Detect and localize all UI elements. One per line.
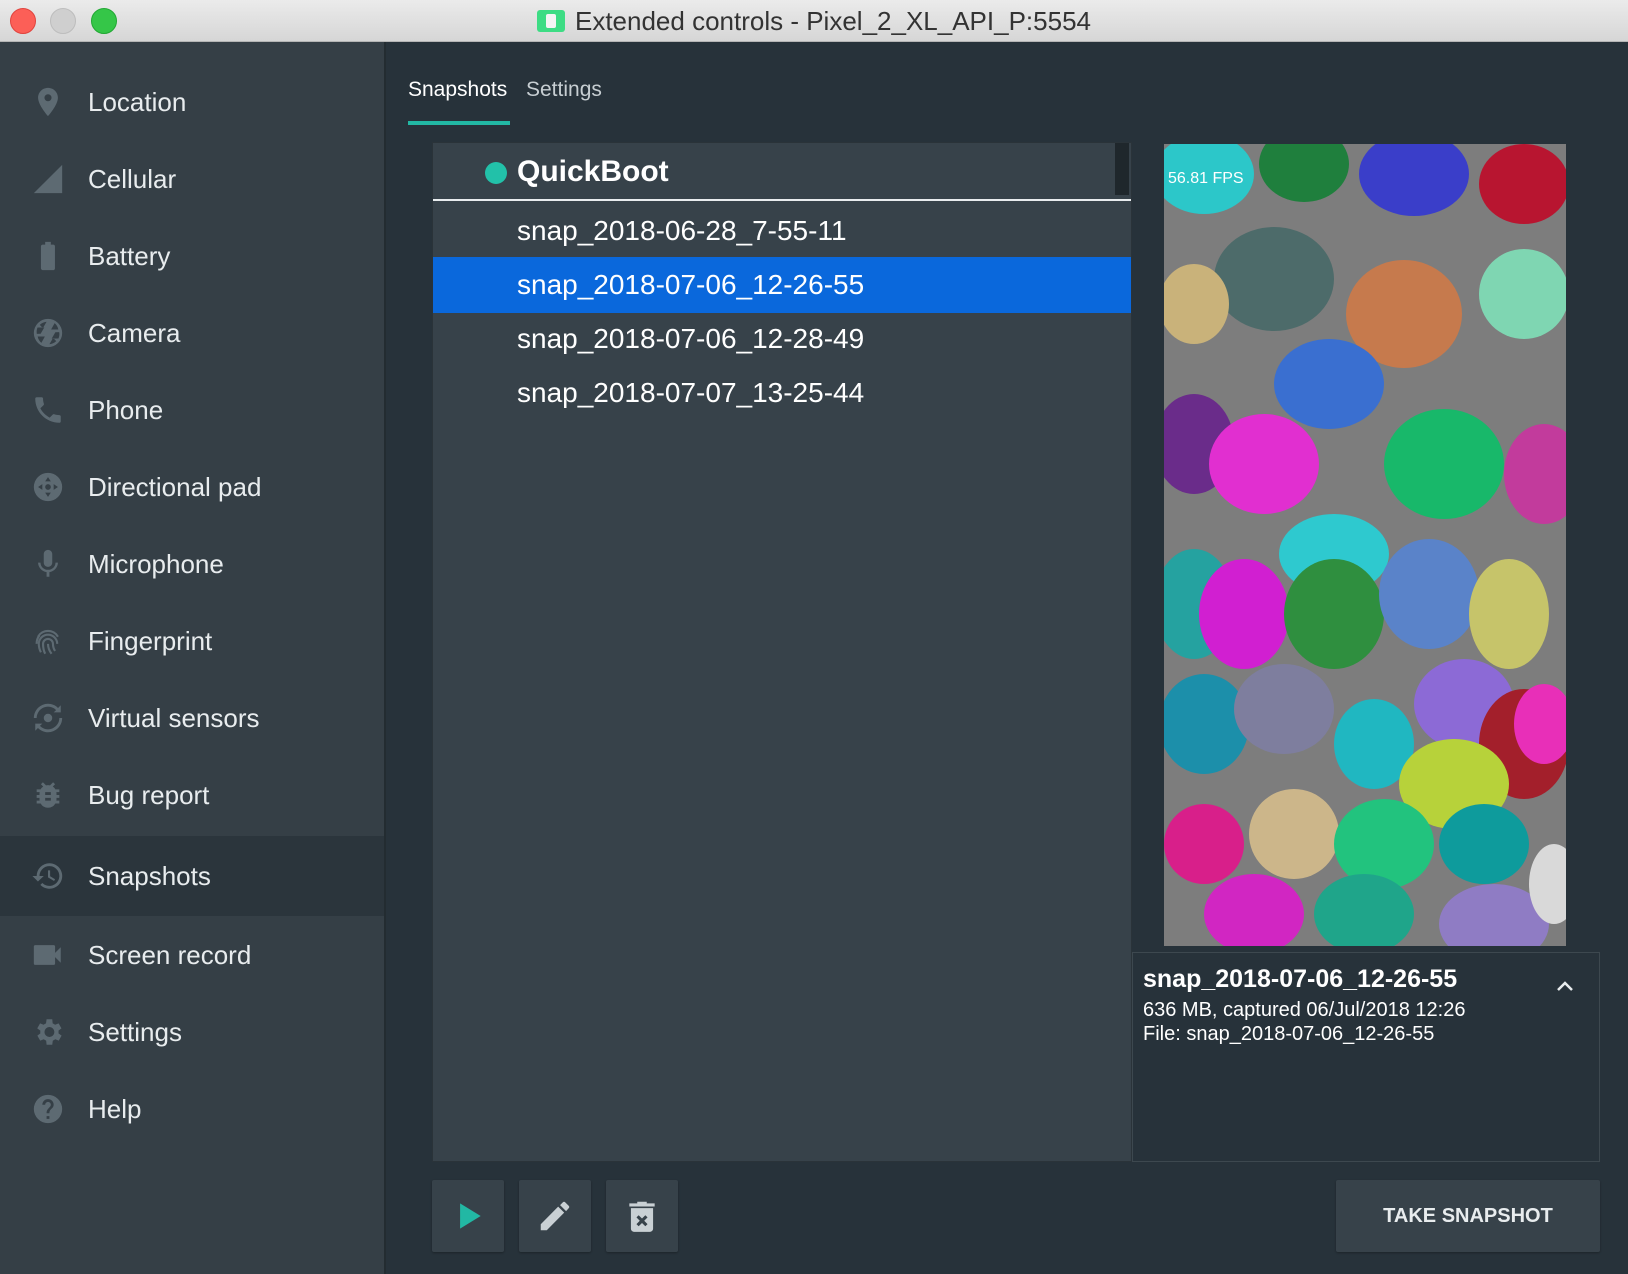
dpad-icon [30,469,66,505]
quickboot-status-dot [485,162,507,184]
sidebar-item-label: Bug report [88,779,210,810]
pencil-icon [540,1201,570,1231]
emulator-app-icon [536,10,565,32]
battery-icon [30,238,66,274]
sidebar-divider [384,42,386,1274]
sidebar-item-snapshots[interactable]: Snapshots [0,836,384,916]
snapshot-preview-image [1164,144,1566,946]
sidebar-item-settings[interactable]: Settings [0,992,384,1072]
history-icon [30,858,66,894]
sidebar-item-label: Snapshots [88,860,211,891]
tab-snapshots[interactable]: Snapshots [408,78,507,102]
trash-icon [629,1201,655,1232]
sidebar-item-label: Screen record [88,939,252,970]
snapshot-row[interactable]: snap_2018-07-07_13-25-44 [433,365,1131,421]
sidebar-item-label: Fingerprint [88,625,213,656]
teapots-render [1164,144,1566,946]
edit-snapshot-button[interactable] [519,1180,591,1252]
snapshot-name: snap_2018-07-06_12-26-55 [517,269,865,300]
snapshot-name: snap_2018-07-06_12-28-49 [517,323,865,354]
list-scrollbar[interactable] [1115,143,1129,195]
microphone-icon [30,546,66,582]
sidebar-item-microphone[interactable]: Microphone [0,524,384,604]
sidebar-item-label: Battery [88,240,171,271]
snapshot-details-panel: snap_2018-07-06_12-26-55 636 MB, capture… [1132,952,1600,1162]
details-file: File: snap_2018-07-06_12-26-55 [1143,1023,1435,1045]
active-tab-indicator [408,121,510,125]
gear-icon [30,1014,66,1050]
title-wrap: Extended controls - Pixel_2_XL_API_P:555… [0,0,1628,42]
load-snapshot-button[interactable] [432,1180,504,1252]
sidebar-item-label: Help [88,1093,142,1124]
location-pin-icon [30,84,66,120]
title-bar: Extended controls - Pixel_2_XL_API_P:555… [0,0,1628,42]
video-camera-icon [30,937,66,973]
quickboot-row[interactable]: QuickBoot [433,143,1131,201]
sidebar-item-bug-report[interactable]: Bug report [0,755,384,835]
cellular-signal-icon [30,161,66,197]
sidebar-item-battery[interactable]: Battery [0,216,384,296]
sidebar-item-label: Camera [88,317,181,348]
sidebar-item-phone[interactable]: Phone [0,370,384,450]
sidebar-item-directional-pad[interactable]: Directional pad [0,447,384,527]
snapshot-name: snap_2018-06-28_7-55-11 [517,215,847,246]
details-size-captured: 636 MB, captured 06/Jul/2018 12:26 [1143,999,1466,1021]
details-snapshot-name: snap_2018-07-06_12-26-55 [1143,965,1458,993]
chevron-up-icon[interactable] [1553,975,1577,999]
rotation-sensor-icon [30,700,66,736]
sidebar-item-cellular[interactable]: Cellular [0,139,384,219]
take-snapshot-button[interactable]: TAKE SNAPSHOT [1336,1180,1600,1252]
sidebar-item-label: Phone [88,394,164,425]
help-circle-icon [30,1091,66,1127]
tab-settings[interactable]: Settings [526,78,602,102]
sidebar-item-camera[interactable]: Camera [0,293,384,373]
sidebar-item-fingerprint[interactable]: Fingerprint [0,601,384,681]
play-icon [460,1203,481,1229]
snapshot-row[interactable]: snap_2018-06-28_7-55-11 [433,203,1131,259]
snapshot-row[interactable]: snap_2018-07-06_12-28-49 [433,311,1131,367]
sidebar-item-screen-record[interactable]: Screen record [0,915,384,995]
quickboot-label: QuickBoot [517,155,669,188]
sidebar: Location Cellular Battery Camera Phone D… [0,42,384,1274]
sidebar-item-virtual-sensors[interactable]: Virtual sensors [0,678,384,758]
bug-icon [30,777,66,813]
snapshot-row-selected[interactable]: snap_2018-07-06_12-26-55 [433,257,1131,313]
camera-aperture-icon [30,315,66,351]
sidebar-item-label: Location [88,86,187,117]
sidebar-item-label: Virtual sensors [88,702,260,733]
window-title: Extended controls - Pixel_2_XL_API_P:555… [574,5,1091,36]
sidebar-item-label: Cellular [88,163,177,194]
extended-controls-window: Extended controls - Pixel_2_XL_API_P:555… [0,0,1628,1274]
fingerprint-icon [30,623,66,659]
snapshot-name: snap_2018-07-07_13-25-44 [517,377,865,408]
phone-icon [30,392,66,428]
sidebar-item-label: Microphone [88,548,224,579]
snapshot-list: QuickBoot snap_2018-06-28_7-55-11 snap_2… [432,142,1132,1162]
sidebar-item-label: Settings [88,1016,182,1047]
fps-counter: 56.81 FPS [1168,170,1244,187]
sidebar-item-label: Directional pad [88,471,262,502]
sidebar-item-location[interactable]: Location [0,62,384,142]
sidebar-item-help[interactable]: Help [0,1069,384,1149]
delete-snapshot-button[interactable] [606,1180,678,1252]
